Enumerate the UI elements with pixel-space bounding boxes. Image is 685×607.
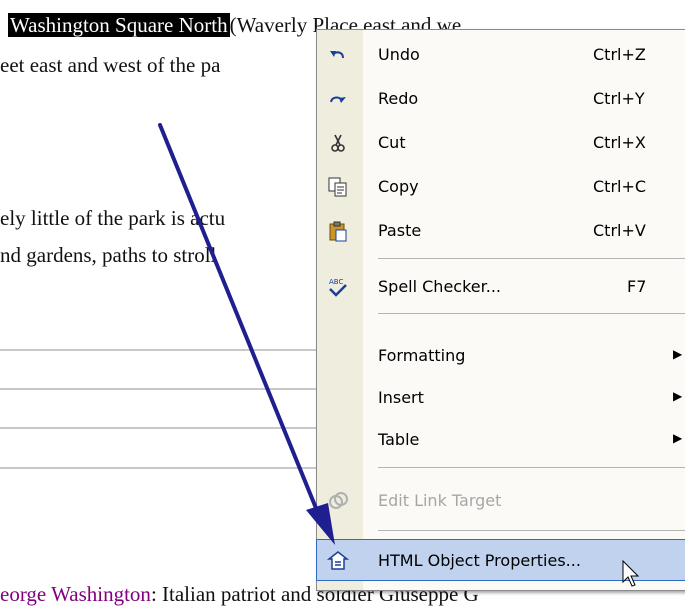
annotation-arrow-head — [306, 503, 335, 545]
annotation-arrow-shaft — [158, 123, 322, 520]
annotation-arrow — [158, 123, 335, 545]
mouse-cursor-icon — [622, 560, 640, 587]
